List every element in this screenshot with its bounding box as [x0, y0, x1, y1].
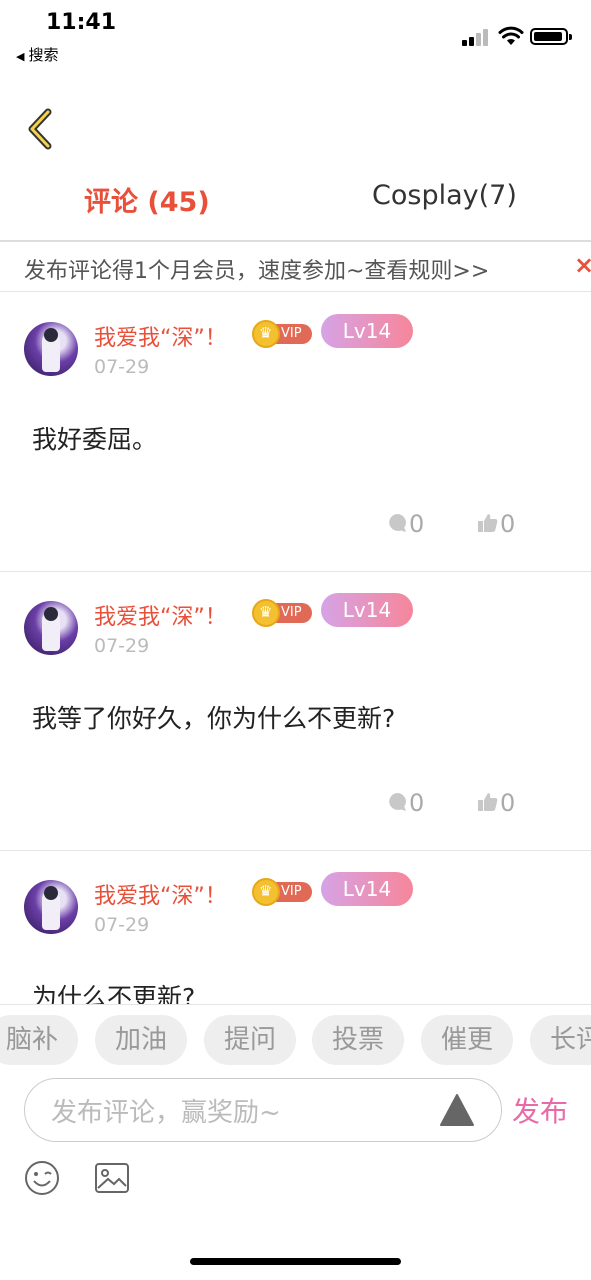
tab-bar: 评论 (45) Cosplay(7) [0, 168, 591, 228]
comment-date: 07-29 [94, 635, 150, 657]
reply-count: 0 [409, 789, 425, 817]
cellular-signal-icon [462, 28, 492, 46]
like-count: 0 [500, 789, 516, 817]
comment-username[interactable]: 我爱我“深”！ [94, 878, 227, 910]
promo-notice[interactable]: 发布评论得1个月会员，速度参加~查看规则>> × [0, 240, 591, 292]
triangle-icon[interactable] [439, 1093, 475, 1127]
quick-tag[interactable]: 催更 [421, 1015, 513, 1065]
avatar[interactable] [24, 880, 78, 934]
status-time: 11:41 [46, 10, 117, 35]
tab-comments[interactable]: 评论 (45) [84, 180, 210, 219]
avatar[interactable] [24, 322, 78, 376]
status-bar: 11:41 ◀ 搜索 [0, 0, 591, 70]
battery-icon [530, 28, 572, 45]
vip-badge: VIP [252, 599, 314, 627]
thumbs-up-icon [478, 793, 498, 811]
comment-date: 07-29 [94, 356, 150, 378]
crown-icon [252, 320, 280, 348]
quick-tag[interactable]: 提问 [204, 1015, 296, 1065]
tab-cosplay[interactable]: Cosplay(7) [372, 180, 517, 211]
quick-tag[interactable]: 脑补 [0, 1015, 78, 1065]
like-button[interactable]: 0 [477, 510, 515, 538]
reply-button[interactable]: 0 [386, 789, 424, 817]
avatar[interactable] [24, 601, 78, 655]
status-back-to-app[interactable]: ◀ 搜索 [16, 44, 58, 65]
quick-tag[interactable]: 投票 [312, 1015, 404, 1065]
quick-tag[interactable]: 加油 [95, 1015, 187, 1065]
comment-input[interactable]: 发布评论，赢奖励~ [24, 1078, 502, 1142]
back-triangle-icon: ◀ [16, 50, 25, 63]
comment-content[interactable]: 我好委屈。 [32, 420, 157, 456]
crown-icon [252, 878, 280, 906]
comment-username[interactable]: 我爱我“深”！ [94, 320, 227, 352]
thumbs-up-icon [478, 514, 498, 532]
comment-username[interactable]: 我爱我“深”！ [94, 599, 227, 631]
speech-bubble-icon [389, 514, 406, 532]
status-back-label: 搜索 [28, 46, 59, 64]
reply-button[interactable]: 0 [386, 510, 424, 538]
comment-date: 07-29 [94, 914, 150, 936]
image-icon[interactable] [94, 1162, 130, 1194]
comment-item: 我爱我“深”！ VIP Lv14 07-29 我等了你好久，你为什么不更新? 0… [0, 571, 591, 851]
like-button[interactable]: 0 [477, 789, 515, 817]
wifi-icon [498, 26, 524, 45]
speech-bubble-icon [389, 793, 406, 811]
publish-button[interactable]: 发布 [512, 1090, 568, 1130]
like-count: 0 [500, 510, 516, 538]
home-indicator[interactable] [190, 1258, 401, 1265]
level-badge: Lv14 [321, 314, 413, 348]
crown-icon [252, 599, 280, 627]
reply-count: 0 [409, 510, 425, 538]
quick-tag[interactable]: 长评 [530, 1015, 591, 1065]
vip-badge: VIP [252, 320, 314, 348]
back-chevron-icon[interactable] [20, 106, 60, 152]
comment-content[interactable]: 我等了你好久，你为什么不更新? [32, 699, 395, 735]
close-icon[interactable]: × [574, 251, 591, 279]
emoji-icon[interactable] [24, 1160, 60, 1196]
level-badge: Lv14 [321, 593, 413, 627]
quick-tag-bar: 脑补 加油 提问 投票 催更 长评 [0, 1004, 591, 1074]
promo-notice-text[interactable]: 发布评论得1个月会员，速度参加~查看规则>> [24, 253, 489, 285]
comment-item: 我爱我“深”！ VIP Lv14 07-29 我好委屈。 0 0 [0, 292, 591, 572]
vip-badge: VIP [252, 878, 314, 906]
comment-input-placeholder: 发布评论，赢奖励~ [51, 1098, 281, 1128]
level-badge: Lv14 [321, 872, 413, 906]
